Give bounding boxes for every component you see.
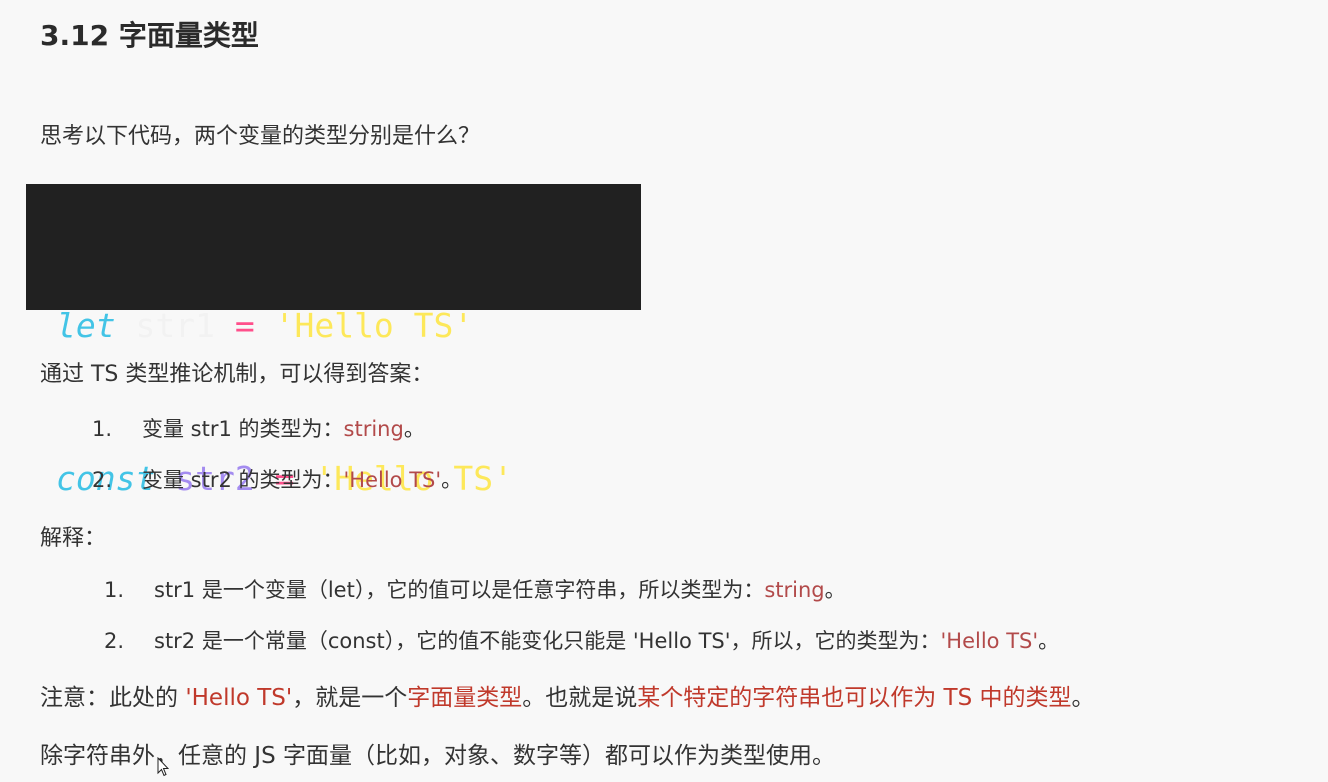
intro-question: 思考以下代码，两个变量的类型分别是什么？ xyxy=(40,124,481,149)
answer-item: 2. 变量 str2 的类型为：'Hello TS'。 xyxy=(92,464,462,494)
explanation-text: str2 是一个常量（const），它的值不能变化只能是 'Hello TS'，… xyxy=(154,629,941,653)
code-operator: = xyxy=(234,306,255,345)
explanation-item: 2. str2 是一个常量（const），它的值不能变化只能是 'Hello TS… xyxy=(104,625,1059,655)
answer-text: 变量 str1 的类型为： xyxy=(142,417,344,441)
mouse-cursor-icon xyxy=(157,757,169,777)
list-number: 2. xyxy=(92,468,113,492)
code-keyword-let: let xyxy=(56,306,116,345)
code-variable-str1: str1 xyxy=(135,306,215,345)
note-term: 字面量类型 xyxy=(407,685,523,711)
explanation-item: 1. str1 是一个变量（let），它的值可以是任意字符串，所以类型为：stri… xyxy=(104,574,846,604)
note-paragraph: 注意：此处的 'Hello TS'，就是一个字面量类型。也就是说某个特定的字符串… xyxy=(40,678,1095,712)
list-number: 2. xyxy=(104,629,125,653)
answer-item: 1. 变量 str1 的类型为：string。 xyxy=(92,413,425,443)
code-string-value: 'Hello TS' xyxy=(274,306,474,345)
answer-intro: 通过 TS 类型推论机制，可以得到答案： xyxy=(40,362,434,387)
answer-text: 变量 str2 的类型为： xyxy=(142,468,344,492)
note-value: 'Hello TS' xyxy=(185,685,293,711)
list-number: 1. xyxy=(104,578,125,602)
explain-label: 解释： xyxy=(40,526,107,551)
section-title: 3.12 字面量类型 xyxy=(40,19,259,52)
explanation-type: 'Hello TS' xyxy=(940,629,1039,653)
code-block: let str1 = 'Hello TS' const str2 = 'Hell… xyxy=(26,184,641,498)
note-emphasis: 某个特定的字符串也可以作为 TS 中的类型 xyxy=(637,685,1072,711)
note-middle: ，就是一个 xyxy=(292,685,408,711)
code-line-1: let str1 = 'Hello TS' xyxy=(56,300,641,351)
answer-end: 。 xyxy=(403,417,425,441)
answer-end: 。 xyxy=(441,468,463,492)
answer-type: string xyxy=(343,417,404,441)
note-prefix: 注意：此处的 xyxy=(40,685,186,711)
explanation-end: 。 xyxy=(824,578,846,602)
explanation-end: 。 xyxy=(1038,629,1060,653)
answer-type: 'Hello TS' xyxy=(343,468,442,492)
explanation-text: str1 是一个变量（let），它的值可以是任意字符串，所以类型为： xyxy=(154,578,765,602)
note-middle2: 。也就是说 xyxy=(522,685,638,711)
note-end: 。 xyxy=(1071,685,1095,711)
explanation-type: string xyxy=(764,578,825,602)
list-number: 1. xyxy=(92,417,113,441)
